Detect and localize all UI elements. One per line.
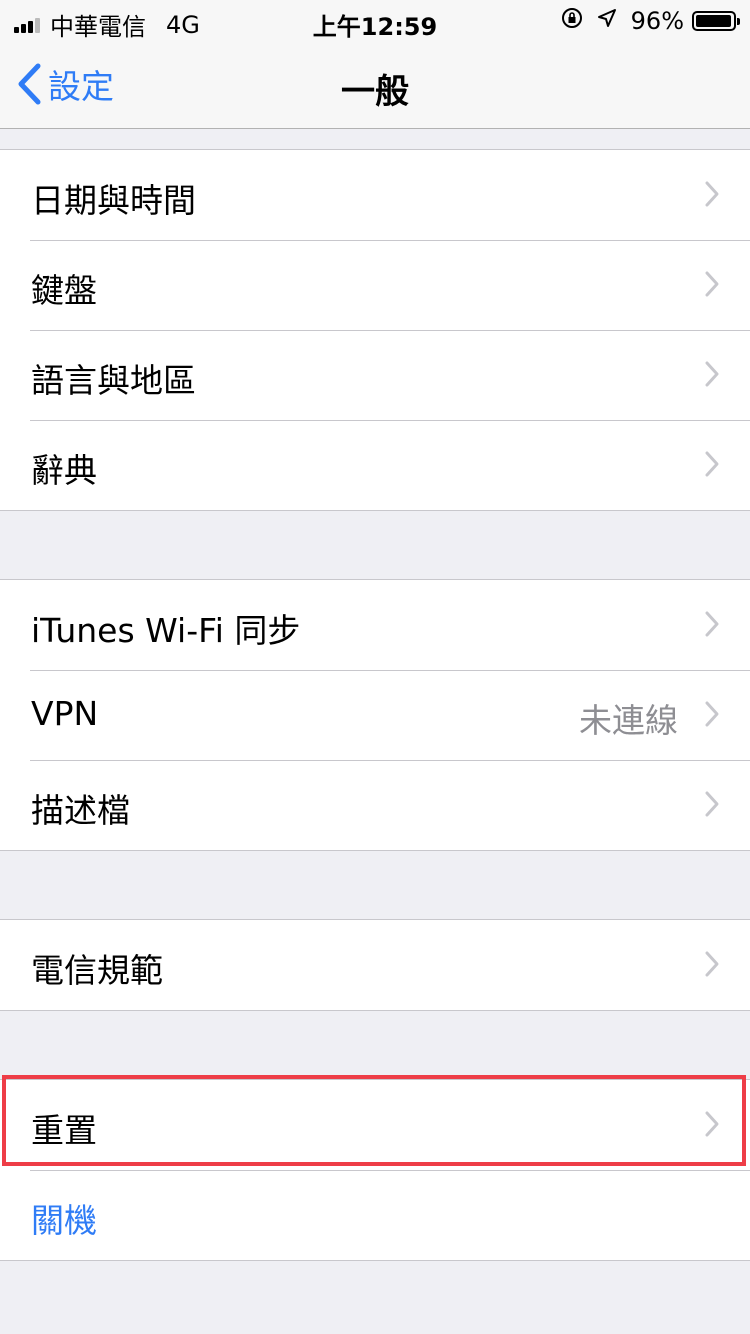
row-vpn[interactable]: VPN 未連線 [0,670,750,760]
location-icon [597,8,617,34]
row-label: 鍵盤 [31,271,97,310]
battery-level [696,15,731,27]
chevron-right-icon [705,181,719,207]
orientation-lock-icon [561,7,583,35]
row-shutdown[interactable]: 關機 [0,1170,750,1260]
chevron-right-icon [705,611,719,637]
vpn-status: 未連線 [579,701,678,740]
chevron-right-icon [705,951,719,977]
row-regulatory[interactable]: 電信規範 [0,920,750,1010]
row-date-time[interactable]: 日期與時間 [0,150,750,240]
highlight-box [2,1075,746,1166]
row-label: 日期與時間 [31,181,196,220]
row-label: 電信規範 [31,951,163,990]
row-language-region[interactable]: 語言與地區 [0,330,750,420]
row-itunes-wifi-sync[interactable]: iTunes Wi-Fi 同步 [0,580,750,670]
row-keyboard[interactable]: 鍵盤 [0,240,750,330]
chevron-right-icon [705,451,719,477]
row-label: iTunes Wi-Fi 同步 [31,611,301,650]
battery-percent: 96% [630,7,684,35]
settings-group-3: 電信規範 [0,919,750,1011]
navigation-bar: 設定 一般 [0,40,750,129]
chevron-right-icon [705,271,719,297]
battery-icon [692,11,740,31]
row-profiles[interactable]: 描述檔 [0,760,750,850]
chevron-right-icon [705,701,719,727]
row-label: 語言與地區 [31,361,196,400]
page-title: 一般 [341,72,409,112]
status-right: 96% [561,7,740,35]
settings-group-1: 日期與時間 鍵盤 語言與地區 辭典 [0,149,750,511]
row-label: 辭典 [31,451,97,490]
row-label: 描述檔 [31,791,130,830]
chevron-right-icon [705,361,719,387]
status-bar: 中華電信 4G 上午12:59 96% [0,0,750,41]
row-label: VPN [31,694,99,733]
shutdown-link: 關機 [31,1201,97,1240]
settings-group-2: iTunes Wi-Fi 同步 VPN 未連線 描述檔 [0,579,750,851]
chevron-right-icon [705,791,719,817]
row-dictionary[interactable]: 辭典 [0,420,750,510]
